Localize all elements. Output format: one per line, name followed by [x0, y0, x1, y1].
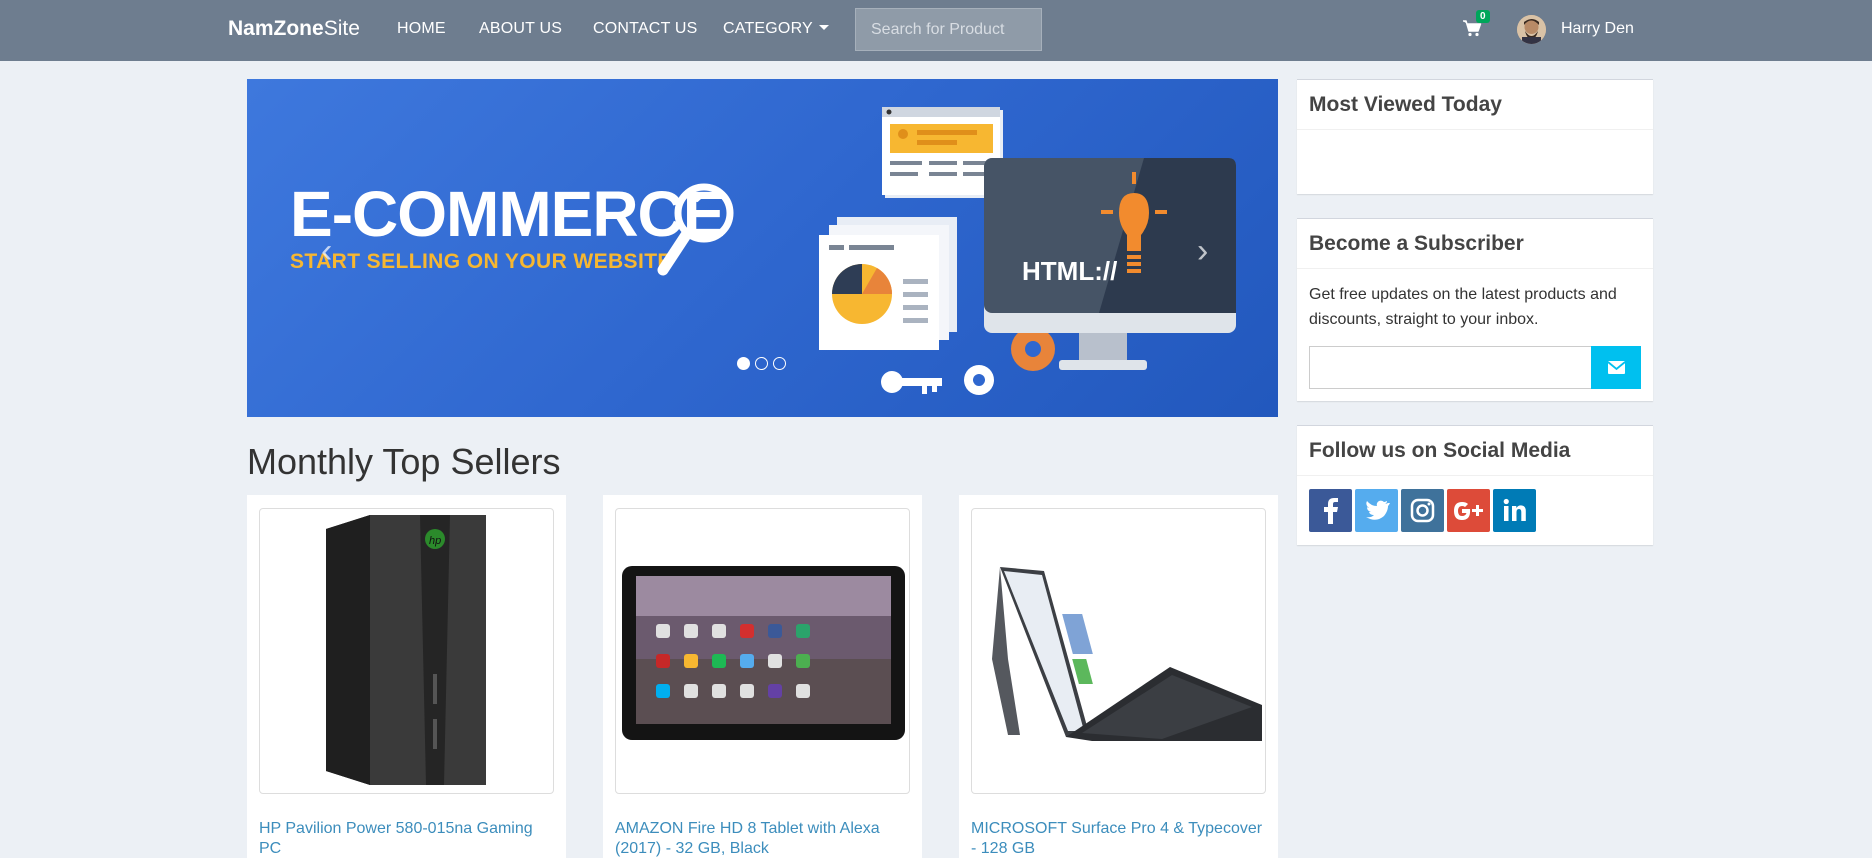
subscriber-text: Get free updates on the latest products …: [1309, 286, 1617, 328]
envelope-icon: [1607, 361, 1626, 374]
nav-category[interactable]: CATEGORY: [723, 20, 829, 38]
carousel-indicators: [737, 357, 791, 375]
nav-category-label: CATEGORY: [723, 20, 813, 37]
carousel-next-arrow-icon[interactable]: ›: [1197, 232, 1208, 271]
search-input[interactable]: Search for Product: [855, 8, 1042, 51]
twitter-icon[interactable]: [1355, 489, 1398, 532]
section-title: Monthly Top Sellers: [247, 441, 561, 482]
google-plus-icon[interactable]: [1447, 489, 1490, 532]
product-title[interactable]: HP Pavilion Power 580-015na Gaming PC: [259, 819, 559, 858]
instagram-icon[interactable]: [1401, 489, 1444, 532]
user-avatar[interactable]: [1517, 15, 1546, 44]
brand-bold: NamZone: [228, 17, 324, 40]
product-card[interactable]: hp HP Pavilion Power 580-015na Gaming PC: [247, 495, 566, 858]
product-image[interactable]: hp: [259, 508, 554, 794]
subscribe-button[interactable]: [1591, 346, 1641, 389]
carousel-prev-arrow-icon[interactable]: ‹: [321, 232, 332, 271]
most-viewed-title: Most Viewed Today: [1297, 80, 1653, 130]
product-title[interactable]: MICROSOFT Surface Pro 4 & Typecover - 12…: [971, 819, 1271, 858]
most-viewed-box: Most Viewed Today: [1297, 79, 1653, 194]
cart-count-badge: 0: [1476, 10, 1490, 23]
carousel-dot-3[interactable]: [773, 357, 786, 370]
carousel-dot-1[interactable]: [737, 357, 750, 370]
linkedin-icon[interactable]: [1493, 489, 1536, 532]
brand-light: Site: [323, 17, 360, 40]
product-card[interactable]: MICROSOFT Surface Pro 4 & Typecover - 12…: [959, 495, 1278, 858]
nav-about-us[interactable]: ABOUT US: [479, 20, 562, 38]
email-field[interactable]: [1309, 346, 1592, 389]
surface-laptop-image: [992, 567, 1262, 741]
nav-home[interactable]: HOME: [397, 20, 446, 38]
user-name[interactable]: Harry Den: [1561, 20, 1634, 38]
navbar: NamZoneSite HOME ABOUT US CONTACT US CAT…: [0, 0, 1872, 61]
nav-contact-us[interactable]: CONTACT US: [593, 20, 698, 38]
hero-subtitle: START SELLING ON YOUR WEBSITE: [290, 250, 672, 273]
tablet-image: [622, 566, 905, 740]
subscriber-title: Become a Subscriber: [1297, 219, 1653, 269]
user-avatar-image: [1517, 15, 1546, 44]
magnifier-illustration: [657, 183, 734, 276]
brand-logo[interactable]: NamZoneSite: [228, 17, 360, 41]
product-image[interactable]: [971, 508, 1266, 794]
monitor-html-text: HTML://: [1022, 256, 1117, 286]
carousel-dot-2[interactable]: [755, 357, 768, 370]
svg-text:hp: hp: [429, 535, 441, 547]
facebook-icon[interactable]: [1309, 489, 1352, 532]
hero-carousel: E-COMMERCE START SELLING ON YOUR WEBSITE: [247, 79, 1278, 417]
caret-down-icon: [818, 25, 829, 30]
product-image[interactable]: [615, 508, 910, 794]
product-title[interactable]: AMAZON Fire HD 8 Tablet with Alexa (2017…: [615, 819, 915, 858]
social-title: Follow us on Social Media: [1297, 426, 1653, 476]
product-card[interactable]: AMAZON Fire HD 8 Tablet with Alexa (2017…: [603, 495, 922, 858]
desktop-pc-image: hp: [326, 515, 486, 785]
subscriber-box: Become a Subscriber Get free updates on …: [1297, 218, 1653, 401]
